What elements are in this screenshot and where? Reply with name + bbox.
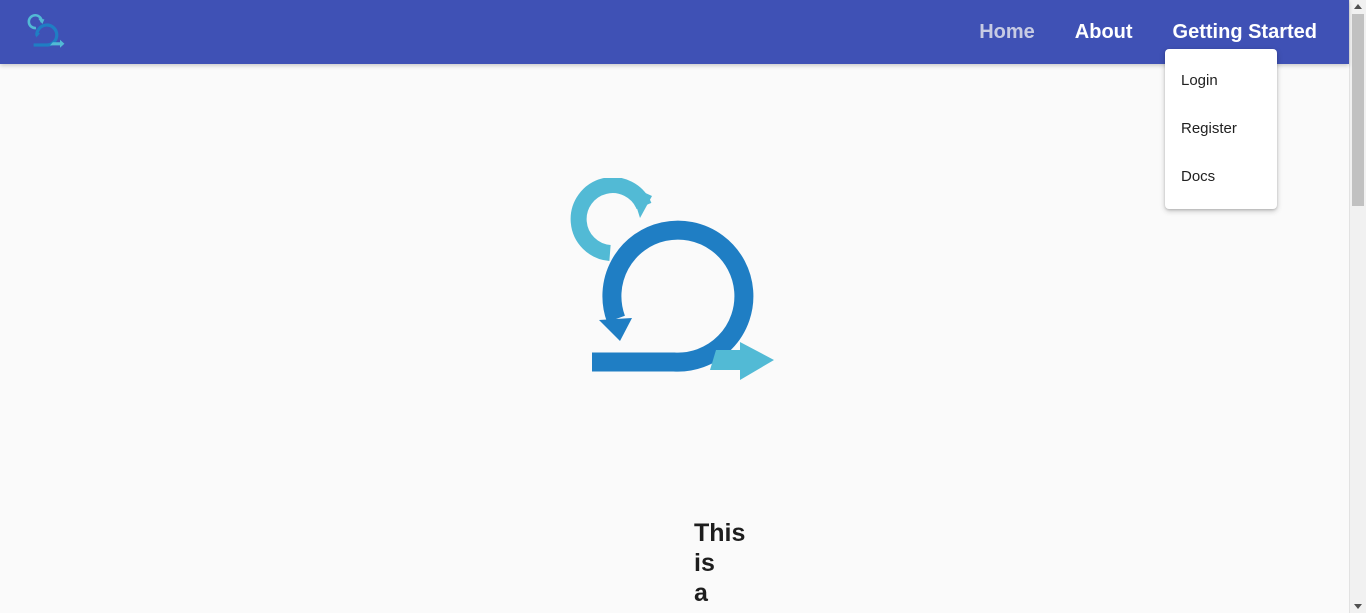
nav-link-home[interactable]: Home xyxy=(979,21,1035,44)
menu-item-login[interactable]: Login xyxy=(1165,57,1277,105)
menu-item-docs[interactable]: Docs xyxy=(1165,153,1277,201)
menu-item-register[interactable]: Register xyxy=(1165,105,1277,153)
top-app-bar: Home About Getting Started xyxy=(0,0,1349,64)
nav-link-about[interactable]: About xyxy=(1075,21,1133,44)
getting-started-dropdown: Login Register Docs xyxy=(1165,49,1277,209)
scroll-down-arrow-icon[interactable] xyxy=(1354,604,1362,609)
vertical-scrollbar[interactable] xyxy=(1349,0,1366,613)
page: Home About Getting Started Login Registe… xyxy=(0,0,1366,613)
intro-heading: This is a xyxy=(694,519,746,607)
scroll-up-arrow-icon[interactable] xyxy=(1354,4,1362,9)
hero-logo-icon xyxy=(568,177,780,388)
brand-logo-icon[interactable] xyxy=(26,11,66,51)
nav-link-getting-started[interactable]: Getting Started xyxy=(1173,21,1317,44)
scroll-thumb[interactable] xyxy=(1352,14,1364,206)
